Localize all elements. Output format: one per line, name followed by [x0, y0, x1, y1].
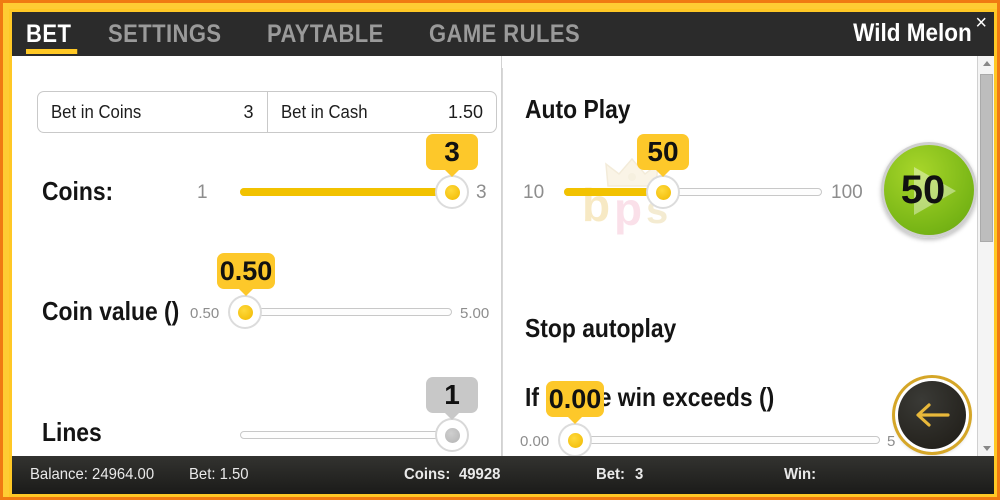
auto-play-slider-thumb[interactable]	[646, 175, 680, 209]
status-bet-value: 3	[634, 466, 644, 483]
tab-settings[interactable]: SETTINGS	[108, 12, 222, 56]
coin-value-max: 5.00	[460, 305, 490, 322]
coins-min-value: 1	[197, 182, 208, 203]
scroll-down-icon[interactable]	[978, 441, 994, 456]
coin-value-slider-thumb[interactable]	[228, 295, 262, 329]
coins-slider-thumb[interactable]	[435, 175, 469, 209]
bet-in-coins-value: 3	[243, 101, 254, 122]
single-win-slider-bubble: 0.00	[546, 381, 604, 424]
coin-value-min: 0.50	[190, 305, 220, 322]
bet-in-coins-box[interactable]: Bet in Coins 3	[38, 92, 267, 132]
status-balance: Balance: 24964.00	[30, 466, 155, 483]
autoplay-panel: Auto Play b p s 10 50 100 50 Stop autopl…	[503, 56, 978, 457]
auto-play-min: 10	[523, 182, 545, 203]
tab-game-rules[interactable]: GAME RULES	[429, 12, 580, 56]
auto-play-count: 50	[900, 167, 946, 212]
vertical-scrollbar[interactable]	[977, 56, 994, 456]
window-inner: BET SETTINGS PAYTABLE GAME RULES Wild Me…	[9, 9, 997, 497]
window-frame: BET SETTINGS PAYTABLE GAME RULES Wild Me…	[0, 0, 1000, 500]
scroll-up-icon[interactable]	[978, 56, 994, 71]
bet-in-cash-label: Bet in Cash	[280, 101, 368, 122]
content-area: Bet in Coins 3 Bet in Cash 1.50 Coins: 1…	[12, 56, 994, 458]
single-win-slider-thumb[interactable]	[558, 423, 592, 457]
bet-in-cash-value: 1.50	[447, 101, 483, 122]
back-button[interactable]	[895, 378, 969, 452]
status-bet-cash: Bet: 1.50	[189, 466, 250, 483]
auto-play-max: 100	[831, 182, 863, 203]
coins-slider-bubble: 3	[426, 134, 478, 177]
status-bet-label: Bet:	[595, 466, 625, 483]
auto-play-start-button[interactable]: 50	[881, 142, 977, 238]
status-coins-value: 49928	[459, 466, 501, 483]
tab-bet[interactable]: BET	[26, 12, 71, 56]
coins-slider-fill	[240, 188, 468, 196]
header-bar: BET SETTINGS PAYTABLE GAME RULES Wild Me…	[12, 12, 994, 56]
coin-value-slider-bubble: 0.50	[217, 253, 275, 296]
bet-panel: Bet in Coins 3 Bet in Cash 1.50 Coins: 1…	[12, 56, 502, 456]
bet-summary-row: Bet in Coins 3 Bet in Cash 1.50	[37, 91, 497, 133]
lines-label: Lines	[42, 417, 102, 447]
bet-in-coins-label: Bet in Coins	[51, 101, 142, 122]
single-win-max: 5	[887, 433, 896, 450]
tab-paytable[interactable]: PAYTABLE	[267, 12, 384, 56]
arrow-left-icon	[916, 403, 950, 427]
tab-bar: BET SETTINGS PAYTABLE GAME RULES	[26, 12, 601, 56]
single-win-min: 0.00	[520, 433, 550, 450]
coins-label: Coins:	[42, 176, 114, 206]
auto-play-slider-bubble: 50	[637, 134, 689, 177]
coin-value-slider-track[interactable]	[234, 308, 452, 316]
game-title: Wild Melon	[853, 19, 972, 47]
coin-value-label: Coin value ()	[42, 296, 180, 326]
lines-slider-track	[240, 431, 462, 439]
auto-play-title: Auto Play	[525, 94, 631, 124]
status-coins-label: Coins:	[403, 466, 450, 483]
close-icon[interactable]: ×	[975, 13, 987, 33]
scrollbar-thumb[interactable]	[980, 74, 993, 242]
lines-slider-bubble: 1	[426, 377, 478, 420]
stop-autoplay-title: Stop autoplay	[525, 313, 677, 343]
single-win-slider-track[interactable]	[565, 436, 880, 444]
status-bar: Balance: 24964.00 Bet: 1.50 Coins: 49928…	[12, 456, 994, 494]
bet-in-cash-box[interactable]: Bet in Cash 1.50	[266, 92, 497, 132]
lines-slider-thumb	[435, 418, 469, 452]
status-win-label: Win:	[783, 466, 816, 483]
coins-max-value: 3	[476, 182, 487, 203]
